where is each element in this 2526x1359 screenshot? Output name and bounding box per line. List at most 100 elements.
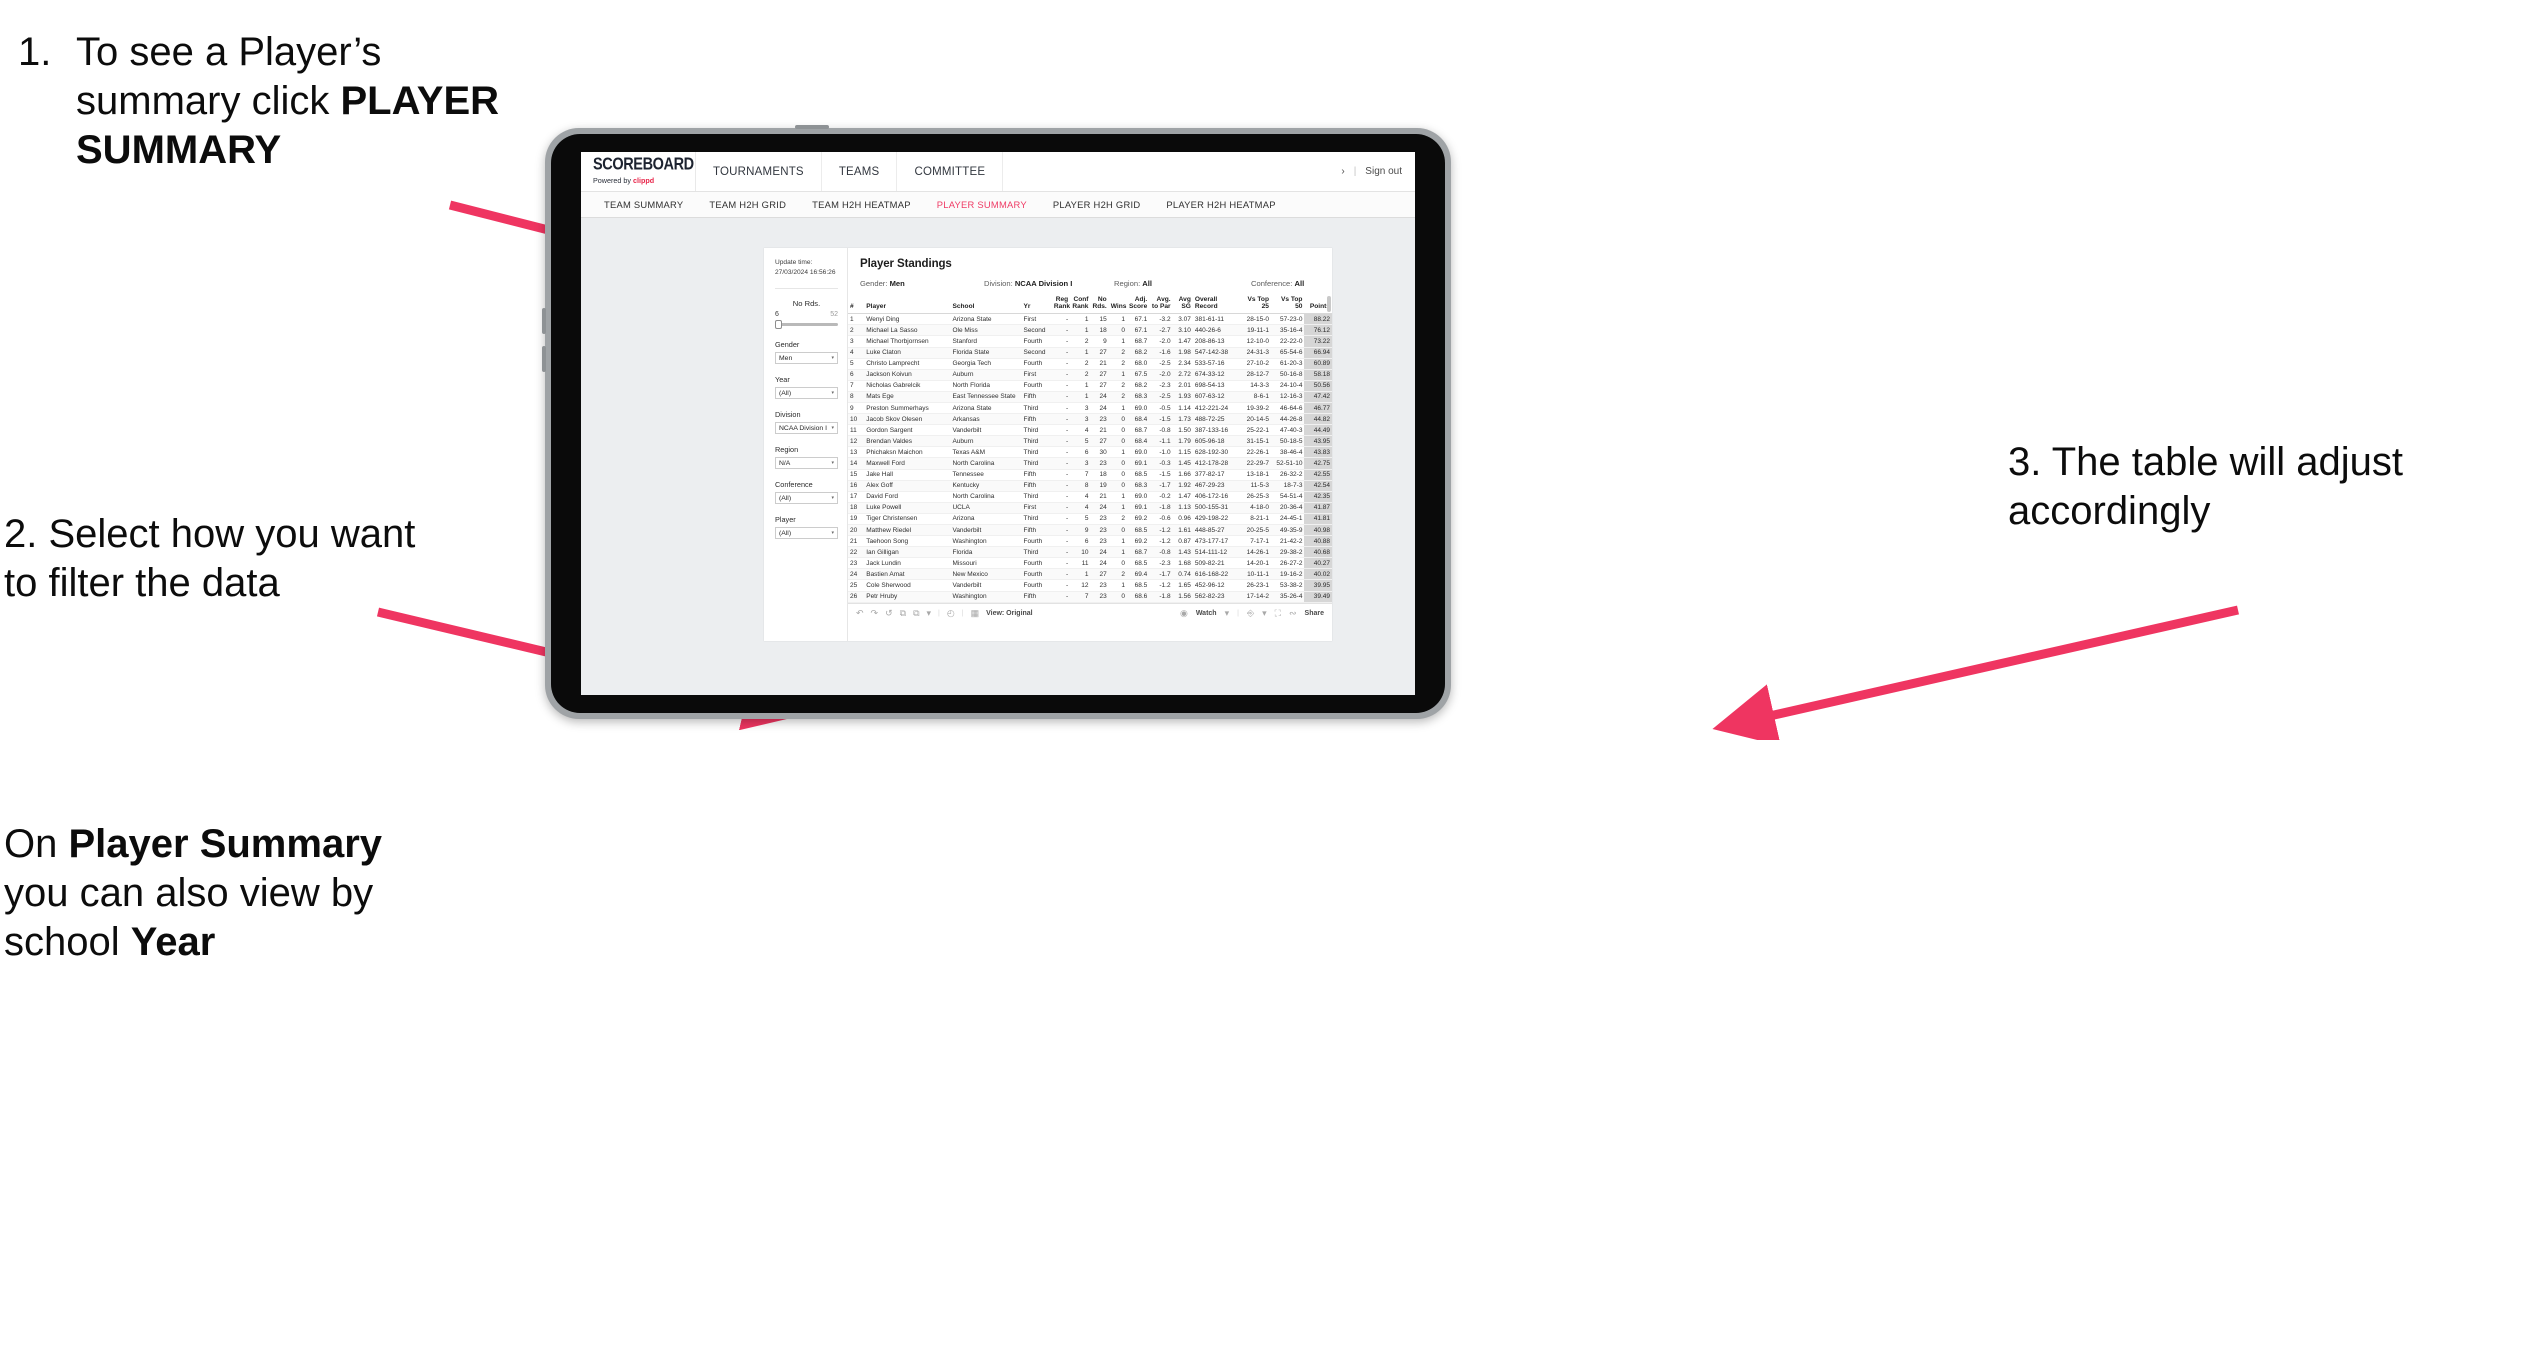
- tab-team-summary[interactable]: TEAM SUMMARY: [591, 199, 696, 210]
- table-row[interactable]: 13 Phichaksn Maichon Texas A&M Third -6 30 1 69…: [848, 446, 1332, 459]
- table-cell: Third: [1021, 546, 1052, 559]
- table-cell: 28-12-7: [1237, 369, 1271, 381]
- slider-handle[interactable]: [775, 320, 782, 330]
- filter-no-rounds[interactable]: No Rds. 6 52: [775, 299, 838, 330]
- nav-item-teams[interactable]: TEAMS: [822, 152, 898, 191]
- table-row[interactable]: 23 Jack Lundin Missouri Fourth -11 24 0 68.5 -2.…: [848, 557, 1332, 570]
- dashboard-canvas: Update time: 27/03/2024 16:56:26 No Rds.…: [581, 218, 1415, 695]
- column-header[interactable]: Yr: [1021, 296, 1052, 315]
- tab-player-h2h-heatmap[interactable]: PLAYER H2H HEATMAP: [1153, 199, 1288, 210]
- vertical-scrollbar[interactable]: [1327, 296, 1331, 312]
- table-cell: -1.1: [1149, 435, 1173, 448]
- table-cell: Fourth: [1021, 335, 1052, 348]
- sub-nav[interactable]: TEAM SUMMARY TEAM H2H GRID TEAM H2H HEAT…: [581, 192, 1415, 218]
- sign-out-button[interactable]: Sign out: [1365, 166, 1402, 177]
- column-header[interactable]: Vs Top 50: [1270, 296, 1305, 315]
- table-row[interactable]: 10 Jacob Skov Olesen Arkansas Fifth -3 23 0 68.…: [848, 413, 1332, 426]
- tab-team-h2h-grid[interactable]: TEAM H2H GRID: [696, 199, 799, 210]
- table-row[interactable]: 14 Maxwell Ford North Carolina Third -3 23 0 69…: [848, 457, 1332, 470]
- column-header[interactable]: Wins: [1108, 296, 1127, 315]
- table-cell: Petr Hruby: [864, 591, 951, 603]
- table-cell: 60.89: [1304, 358, 1332, 370]
- share-button[interactable]: Share: [1305, 610, 1324, 617]
- watch-button[interactable]: Watch: [1196, 610, 1217, 617]
- table-row[interactable]: 3 Michael Thorbjornsen Stanford Fourth -2 9 1 6…: [848, 335, 1332, 348]
- filter-gender-select[interactable]: Men ▾: [775, 352, 838, 365]
- chevron-down-icon[interactable]: ▾: [1225, 608, 1230, 618]
- nav-item-committee[interactable]: COMMITTEE: [897, 152, 1004, 191]
- column-header[interactable]: #: [848, 296, 865, 315]
- table-cell: -2.0: [1149, 369, 1173, 381]
- table-row[interactable]: 24 Bastien Amat New Mexico Fourth -1 27 2 69.4-…: [848, 568, 1332, 581]
- clock-icon[interactable]: ◴: [947, 608, 955, 618]
- table-row[interactable]: 20 Matthew Riedel Vanderbilt Fifth -9 23 0 68.5…: [848, 524, 1332, 537]
- table-cell: Ian Gilligan: [864, 546, 951, 559]
- revert-icon[interactable]: ↺: [885, 608, 893, 618]
- table-row[interactable]: 5 Christo Lamprecht Georgia Tech Fourth -2 21…: [848, 358, 1332, 370]
- filter-conference-select[interactable]: (All) ▾: [775, 492, 838, 505]
- nav-item-tournaments[interactable]: TOURNAMENTS: [696, 152, 822, 191]
- tab-player-h2h-grid[interactable]: PLAYER H2H GRID: [1040, 199, 1153, 210]
- column-header[interactable]: Overall Record: [1192, 296, 1238, 315]
- view-original-button[interactable]: View: Original: [986, 610, 1033, 617]
- column-header[interactable]: Conf Rank: [1070, 296, 1091, 315]
- table-cell: 1.13: [1172, 502, 1193, 514]
- chevron-down-icon[interactable]: ▾: [927, 608, 932, 618]
- column-header[interactable]: No Rds.: [1090, 296, 1109, 315]
- table-cell: East Tennessee State: [950, 391, 1022, 403]
- table-row[interactable]: 15 Jake Hall Tennessee Fifth -7 18 0 68.5 -1.5 1.…: [848, 469, 1332, 481]
- column-header[interactable]: Reg Rank: [1051, 296, 1071, 315]
- table-row[interactable]: 12 Brendan Valdes Auburn Third -5 27 0 68.4 -1.1…: [848, 435, 1332, 448]
- table-row[interactable]: 4 Luke Claton Florida State Second -1 27 2 68.2…: [848, 347, 1332, 359]
- table-cell: 58.18: [1304, 369, 1332, 381]
- table-row[interactable]: 9 Preston Summerhays Arizona State Third -3 2…: [848, 402, 1332, 415]
- pause-updates-icon[interactable]: ⧉: [913, 608, 919, 618]
- column-header[interactable]: Avg SG: [1172, 296, 1193, 315]
- filter-year-select[interactable]: (All) ▾: [775, 387, 838, 400]
- table-row[interactable]: 8 Mats Ege East Tennessee State Fifth -1 24 2 6…: [848, 391, 1332, 403]
- arrow-to-table: [1712, 605, 2239, 740]
- table-row[interactable]: 19 Tiger Christensen Arizona Third -5 23 2 69.2…: [848, 513, 1332, 526]
- chevron-down-icon[interactable]: ▾: [1262, 608, 1267, 618]
- tab-player-summary[interactable]: PLAYER SUMMARY: [924, 199, 1040, 210]
- table-cell: Washington: [950, 591, 1022, 603]
- annotation-step-2: 2. Select how you want to filter the dat…: [4, 510, 424, 608]
- account-chevron-icon[interactable]: ›: [1341, 166, 1344, 177]
- redo-icon[interactable]: ↷: [871, 608, 879, 618]
- download-icon[interactable]: ⎆: [1247, 608, 1254, 618]
- table-row[interactable]: 2 Michael La Sasso Ole Miss Second -1 18 0 67.1…: [848, 324, 1332, 337]
- slide-canvas: 1. To see a Player’s summary click PLAYE…: [0, 0, 2526, 1359]
- tab-team-h2h-heatmap[interactable]: TEAM H2H HEATMAP: [799, 199, 924, 210]
- column-header[interactable]: Avg. to Par: [1149, 296, 1173, 315]
- table-row[interactable]: 6 Jackson Koivun Auburn First -2 27 1 67.5 -2.0 2…: [848, 369, 1332, 381]
- table-row[interactable]: 26 Petr Hruby Washington Fifth -7 23 0 68.6 -1.8…: [848, 591, 1332, 603]
- column-header[interactable]: School: [950, 296, 1022, 315]
- filter-region-select[interactable]: N/A ▾: [775, 457, 838, 470]
- table-row[interactable]: 21 Taehoon Song Washington Fourth -6 23 1 69.2-…: [848, 535, 1332, 548]
- column-header[interactable]: Vs Top 25: [1237, 296, 1271, 315]
- table-row[interactable]: 1 Wenyi Ding Arizona State First -1 15 1 67.1 -3…: [848, 313, 1332, 326]
- table-cell: 12: [1070, 579, 1091, 592]
- no-rounds-slider[interactable]: [775, 320, 838, 330]
- fullscreen-icon[interactable]: ⛶: [1275, 608, 1281, 618]
- table-cell: 1.66: [1172, 469, 1193, 481]
- table-row[interactable]: 11 Gordon Sargent Vanderbilt Third -4 21 0 68.7…: [848, 424, 1332, 437]
- table-row[interactable]: 18 Luke Powell UCLA First -4 24 1 69.1 -1.8 1.13 5…: [848, 502, 1332, 514]
- table-cell: -: [1051, 557, 1071, 570]
- table-row[interactable]: 17 David Ford North Carolina Third -4 21 1 69.0…: [848, 491, 1332, 503]
- column-header[interactable]: Player: [864, 296, 951, 315]
- filter-player-select[interactable]: (All) ▾: [775, 527, 838, 540]
- table-cell: 21-42-2: [1270, 535, 1305, 548]
- viz-toolbar[interactable]: ↶ ↷ ↺ ⧉ ⧉ ▾ | ◴ | ▦ View: Original ◉ Wat…: [848, 602, 1332, 623]
- table-row[interactable]: 22 Ian Gilligan Florida Third -10 24 1 68.7 -0.8…: [848, 546, 1332, 559]
- table-cell: 13-18-1: [1237, 469, 1271, 481]
- column-header[interactable]: Adj. Score: [1126, 296, 1150, 315]
- main-nav[interactable]: TOURNAMENTS TEAMS COMMITTEE: [696, 152, 1004, 191]
- undo-icon[interactable]: ↶: [856, 608, 864, 618]
- table-row[interactable]: 7 Nicholas Gabrelcik North Florida Fourth -1…: [848, 380, 1332, 392]
- table-row[interactable]: 16 Alex Goff Kentucky Fifth -8 19 0 68.3 -1.7 1.9…: [848, 480, 1332, 492]
- filter-division-select[interactable]: NCAA Division I ▾: [775, 422, 838, 435]
- table-cell: 3.07: [1172, 313, 1193, 326]
- refresh-data-icon[interactable]: ⧉: [900, 608, 906, 618]
- table-row[interactable]: 25 Cole Sherwood Vanderbilt Fourth -12 23 1 68.…: [848, 579, 1332, 592]
